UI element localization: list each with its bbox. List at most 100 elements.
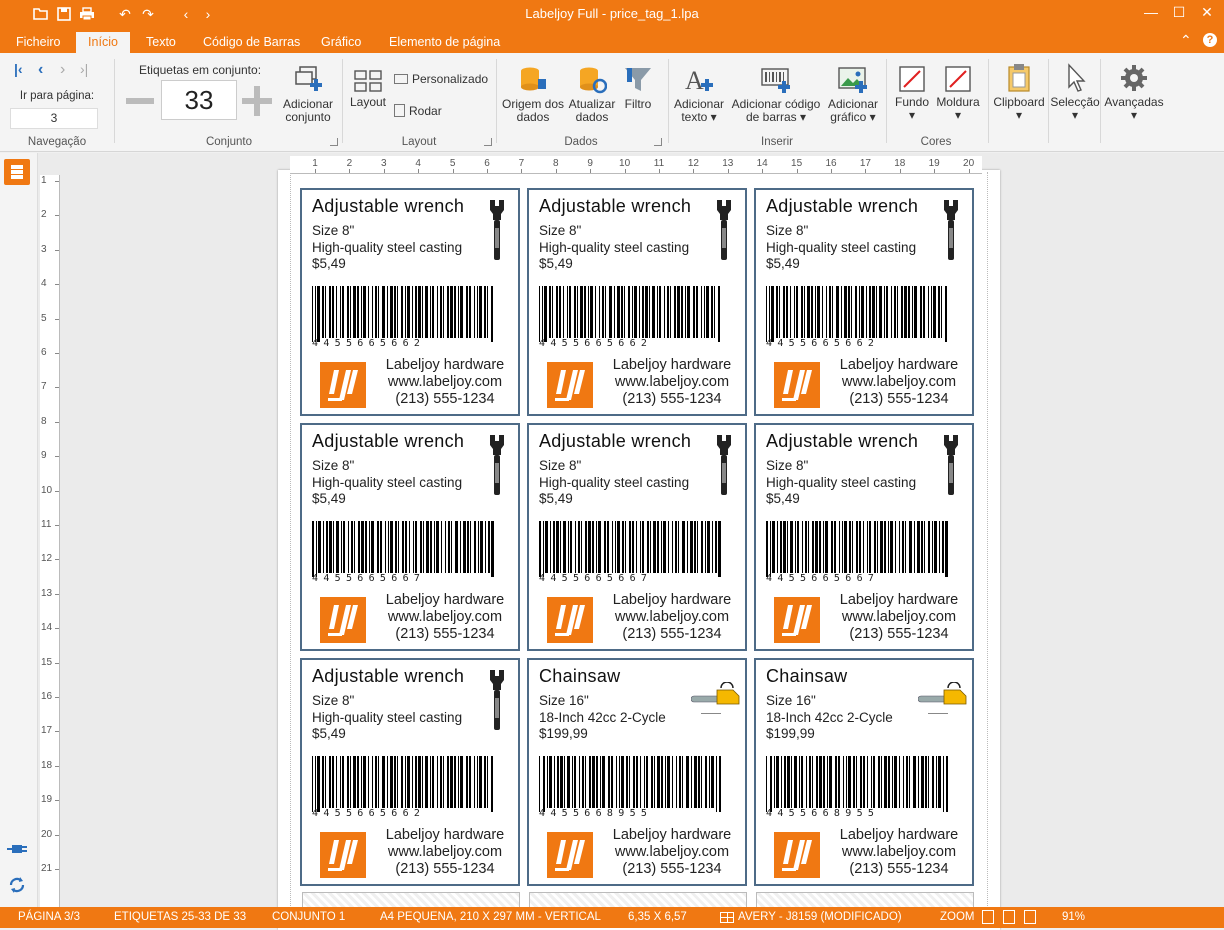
status-size: 6,35 X 6,57 xyxy=(628,911,687,923)
status-zoom-value[interactable]: 91% xyxy=(1062,911,1085,923)
label-phone: (213) 555-1234 xyxy=(622,861,722,877)
labeljoy-logo xyxy=(320,362,366,408)
layout-button[interactable]: Layout xyxy=(346,69,390,109)
advanced-button[interactable]: Avançadas ▾ xyxy=(1102,63,1166,122)
barcode xyxy=(766,521,948,580)
decrement-icon[interactable] xyxy=(126,98,154,104)
add-barcode-label: Adicionar código de barras xyxy=(731,97,821,124)
barcode xyxy=(539,286,721,345)
price-label[interactable]: Adjustable wrench Size 8" High-quality ste… xyxy=(527,188,747,416)
tab-ficheiro[interactable]: Ficheiro xyxy=(8,32,68,53)
tab-elemento-pagina[interactable]: Elemento de página xyxy=(381,32,508,53)
ruler-tick-label: 21 xyxy=(41,863,53,874)
labels-panel-button[interactable] xyxy=(4,159,30,185)
layout-icon xyxy=(354,70,382,92)
last-page-icon[interactable]: ›| xyxy=(80,61,88,77)
ruler-tick-label: 10 xyxy=(619,158,631,169)
ruler-tick-label: 15 xyxy=(41,656,53,668)
price-label[interactable]: Adjustable wrench Size 8" High-quality ste… xyxy=(754,188,974,416)
group-navegacao: |‹ ‹ › ›| Ir para página: 3 Navegação xyxy=(4,55,110,149)
price-label[interactable]: Adjustable wrench Size 8" High-quality ste… xyxy=(527,423,747,651)
page-canvas[interactable]: Adjustable wrench Size 8" High-quality ste… xyxy=(278,170,1000,930)
label-brand: Labeljoy hardware xyxy=(385,827,505,843)
price-label[interactable]: Adjustable wrench Size 8" High-quality ste… xyxy=(300,188,520,416)
status-bar: PÁGINA 3/3 ETIQUETAS 25-33 DE 33 CONJUNT… xyxy=(0,907,1224,928)
ruler-tick-label: 1 xyxy=(312,158,318,169)
close-icon[interactable]: ✕ xyxy=(1194,4,1220,24)
prev-page-icon[interactable]: ‹ xyxy=(38,61,43,79)
help-icon[interactable]: ? xyxy=(1203,33,1217,47)
refresh-data-label: Atualizar dados xyxy=(568,97,616,124)
labeljoy-logo xyxy=(774,832,820,878)
ruler-tick-label: 1 xyxy=(41,175,47,186)
logo xyxy=(774,597,820,646)
tab-inicio[interactable]: Início xyxy=(76,32,130,53)
data-source-button[interactable]: Origem dos dados xyxy=(500,65,566,124)
custom-layout-button[interactable]: Personalizado xyxy=(394,72,488,86)
label-details: Size 8" High-quality steel casting $5,49 xyxy=(312,458,462,508)
business-info: Labeljoy hardware www.labeljoy.com (213) 5… xyxy=(380,827,510,878)
add-text-button[interactable]: A Adicionar texto ▾ xyxy=(670,65,728,124)
increment-icon[interactable] xyxy=(242,86,272,116)
ruler-tick-label: 11 xyxy=(41,519,52,530)
label-line2: High-quality steel casting xyxy=(766,474,917,490)
add-graphic-icon xyxy=(838,67,867,93)
first-page-icon[interactable]: |‹ xyxy=(14,61,23,77)
zoom-label-icon[interactable] xyxy=(1024,910,1036,924)
label-details: Size 8" High-quality steel casting $5,49 xyxy=(539,223,689,273)
add-set-button[interactable]: Adicionar conjunto xyxy=(278,65,338,124)
labeljoy-logo xyxy=(547,362,593,408)
add-barcode-button[interactable]: Adicionar código de barras ▾ xyxy=(728,65,824,124)
logo xyxy=(320,832,366,881)
wrench-icon xyxy=(944,435,958,495)
collapse-ribbon-icon[interactable]: ⌃ xyxy=(1180,32,1192,49)
tab-codigo-barras[interactable]: Código de Barras xyxy=(195,32,308,53)
ruler-tick-label: 7 xyxy=(41,381,47,393)
logo xyxy=(547,362,593,411)
ruler-tick-label: 2 xyxy=(41,209,47,221)
fill-color-button[interactable]: Fundo ▾ xyxy=(890,65,934,122)
clipboard-label: Clipboard xyxy=(993,95,1045,109)
price-label[interactable]: Chainsaw Size 16" 18-Inch 42cc 2-Cycle $199… xyxy=(527,658,747,886)
page-number-input[interactable]: 3 xyxy=(10,108,98,129)
price-label[interactable]: Adjustable wrench Size 8" High-quality ste… xyxy=(754,423,974,651)
zoom-page-icon[interactable] xyxy=(982,910,994,924)
labeljoy-logo xyxy=(547,597,593,643)
label-details: Size 8" High-quality steel casting $5,49 xyxy=(312,693,462,743)
price-label[interactable]: Chainsaw Size 16" 18-Inch 42cc 2-Cycle $199… xyxy=(754,658,974,886)
label-web: www.labeljoy.com xyxy=(387,844,503,860)
border-color-button[interactable]: Moldura ▾ xyxy=(934,65,982,122)
wrench-icon xyxy=(490,200,504,260)
filter-button[interactable]: Filtro xyxy=(618,65,658,111)
rotate-button[interactable]: Rodar xyxy=(394,104,442,118)
chainsaw-icon xyxy=(917,681,967,714)
fill-color-label: Fundo xyxy=(894,95,930,109)
zoom-width-icon[interactable] xyxy=(1003,910,1015,924)
ruler-tick-label: 13 xyxy=(41,587,53,599)
price-label[interactable]: Adjustable wrench Size 8" High-quality ste… xyxy=(300,423,520,651)
ruler-tick-label: 8 xyxy=(41,415,47,427)
labels-per-set-input[interactable]: 33 xyxy=(161,80,237,120)
label-web: www.labeljoy.com xyxy=(841,844,957,860)
tab-texto[interactable]: Texto xyxy=(138,32,184,53)
selection-button[interactable]: Selecção ▾ xyxy=(1050,63,1100,122)
label-title: Adjustable wrench xyxy=(312,666,465,686)
wrench-icon xyxy=(490,670,504,730)
ruler-tick-label: 6 xyxy=(41,347,47,358)
label-line2: High-quality steel casting xyxy=(539,239,690,255)
label-title: Adjustable wrench xyxy=(766,196,919,216)
label-line1: Size 16" xyxy=(539,693,589,708)
minimize-icon[interactable]: — xyxy=(1138,4,1164,24)
label-phone: (213) 555-1234 xyxy=(849,626,949,642)
sync-icon[interactable] xyxy=(7,875,27,895)
tab-grafico[interactable]: Gráfico xyxy=(313,32,369,53)
maximize-icon[interactable]: ☐ xyxy=(1166,4,1192,24)
price-label[interactable]: Adjustable wrench Size 8" High-quality ste… xyxy=(300,658,520,886)
add-graphic-button[interactable]: Adicionar gráfico ▾ xyxy=(824,65,882,124)
next-page-icon[interactable]: › xyxy=(60,61,65,79)
plug-icon[interactable] xyxy=(6,841,28,857)
refresh-data-button[interactable]: Atualizar dados xyxy=(566,65,618,124)
clipboard-button[interactable]: Clipboard ▾ xyxy=(990,63,1048,122)
barcode-bars xyxy=(312,756,493,812)
label-line2: High-quality steel casting xyxy=(312,709,463,725)
